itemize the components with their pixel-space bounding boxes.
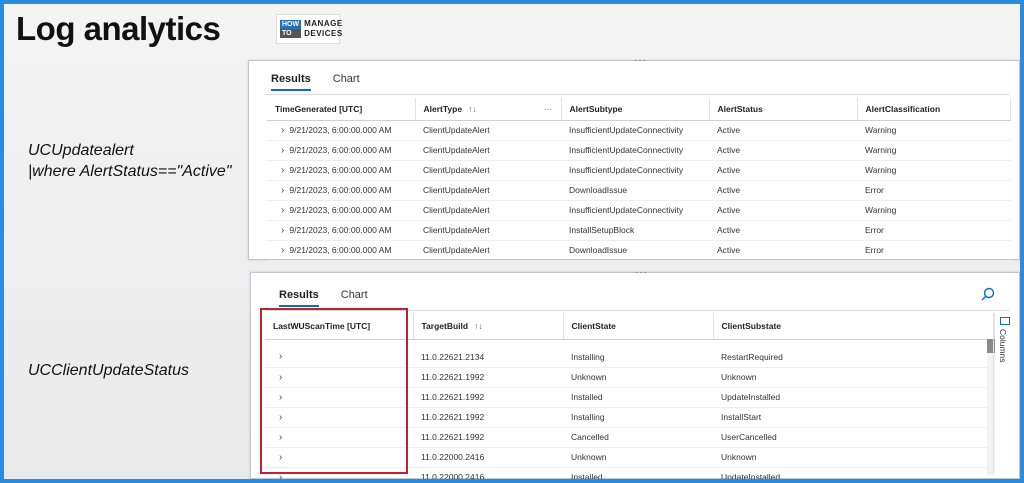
tab-results[interactable]: Results <box>271 73 311 91</box>
column-header-alertsubtype[interactable]: AlertSubtype <box>561 98 710 121</box>
column-header-clientstate[interactable]: ClientState <box>563 313 714 340</box>
column-header-alertstatus[interactable]: AlertStatus <box>709 98 858 121</box>
columns-icon <box>1000 317 1010 325</box>
resize-grip-icon[interactable]: ··· <box>635 267 648 278</box>
sort-icon[interactable]: ↑↓ <box>468 104 477 114</box>
column-header-targetbuild[interactable]: TargetBuild ↑↓ <box>413 313 564 340</box>
columns-panel-toggle[interactable]: Columns <box>993 313 1015 473</box>
column-header-alertclassification[interactable]: AlertClassification <box>857 98 1011 121</box>
table-row[interactable]: › 9/21/2023, 6:00:00.000 AM ClientUpdateA… <box>267 220 1011 241</box>
query-line: |where AlertStatus=="Active" <box>28 163 232 180</box>
results-tabs: Results Chart <box>279 289 368 307</box>
expand-chevron-icon[interactable]: › <box>275 205 287 216</box>
table-row[interactable]: › 9/21/2023, 6:00:00.000 AM ClientUpdateA… <box>267 200 1011 221</box>
expand-chevron-icon[interactable]: › <box>275 165 287 176</box>
expand-chevron-icon[interactable]: › <box>275 245 287 256</box>
sort-icon[interactable]: ↑↓ <box>474 321 483 331</box>
logo-text-manage: MANAGE <box>304 19 343 28</box>
highlight-box <box>260 308 408 474</box>
logo-text-devices: DEVICES <box>304 29 343 38</box>
table-row[interactable]: › 9/21/2023, 6:00:00.000 AM ClientUpdateA… <box>267 140 1011 161</box>
columns-label: Columns <box>998 329 1008 363</box>
logo-text-how: HOW <box>280 20 302 29</box>
results-panel-alerts: ··· Results Chart TimeGenerated [UTC] Al… <box>248 55 1020 261</box>
brand-logo: HOW TO MANAGE DEVICES <box>276 14 343 44</box>
table-row[interactable]: › 9/21/2023, 6:00:00.000 AM ClientUpdateA… <box>267 160 1011 181</box>
expand-chevron-icon[interactable]: › <box>275 145 287 156</box>
column-header-alerttype[interactable]: AlertType ↑↓ ··· <box>415 98 562 121</box>
tab-chart[interactable]: Chart <box>341 289 368 307</box>
table-row[interactable]: › 9/21/2023, 6:00:00.000 AM ClientUpdateA… <box>267 240 1011 261</box>
column-header-clientsubstate[interactable]: ClientSubstate <box>713 313 995 340</box>
expand-chevron-icon[interactable]: › <box>275 225 287 236</box>
column-menu-icon[interactable]: ··· <box>544 104 553 114</box>
logo-text-to: TO <box>280 29 302 38</box>
query-line: UCUpdatealert <box>28 142 134 159</box>
tab-chart[interactable]: Chart <box>333 73 360 91</box>
expand-chevron-icon[interactable]: › <box>275 125 287 136</box>
table-row[interactable]: › 9/21/2023, 6:00:00.000 AM ClientUpdateA… <box>267 180 1011 201</box>
query-client-status: UCClientUpdateStatus <box>28 360 189 381</box>
expand-chevron-icon[interactable]: › <box>275 185 287 196</box>
results-tabs: Results Chart <box>271 73 360 91</box>
table-row[interactable]: › 9/21/2023, 6:00:00.000 AM ClientUpdateA… <box>267 120 1011 141</box>
results-table: TimeGenerated [UTC] AlertType ↑↓ ··· Alert… <box>267 98 1011 261</box>
search-icon[interactable] <box>981 287 995 301</box>
slide: Log analytics HOW TO MANAGE DEVICES UCUp… <box>4 4 1020 479</box>
tab-results[interactable]: Results <box>279 289 319 307</box>
column-header-timegenerated[interactable]: TimeGenerated [UTC] <box>267 98 416 121</box>
resize-grip-icon[interactable]: ··· <box>634 55 647 66</box>
query-alerts: UCUpdatealert |where AlertStatus=="Activ… <box>28 140 231 182</box>
query-line: UCClientUpdateStatus <box>28 362 189 379</box>
page-title: Log analytics <box>16 10 221 47</box>
